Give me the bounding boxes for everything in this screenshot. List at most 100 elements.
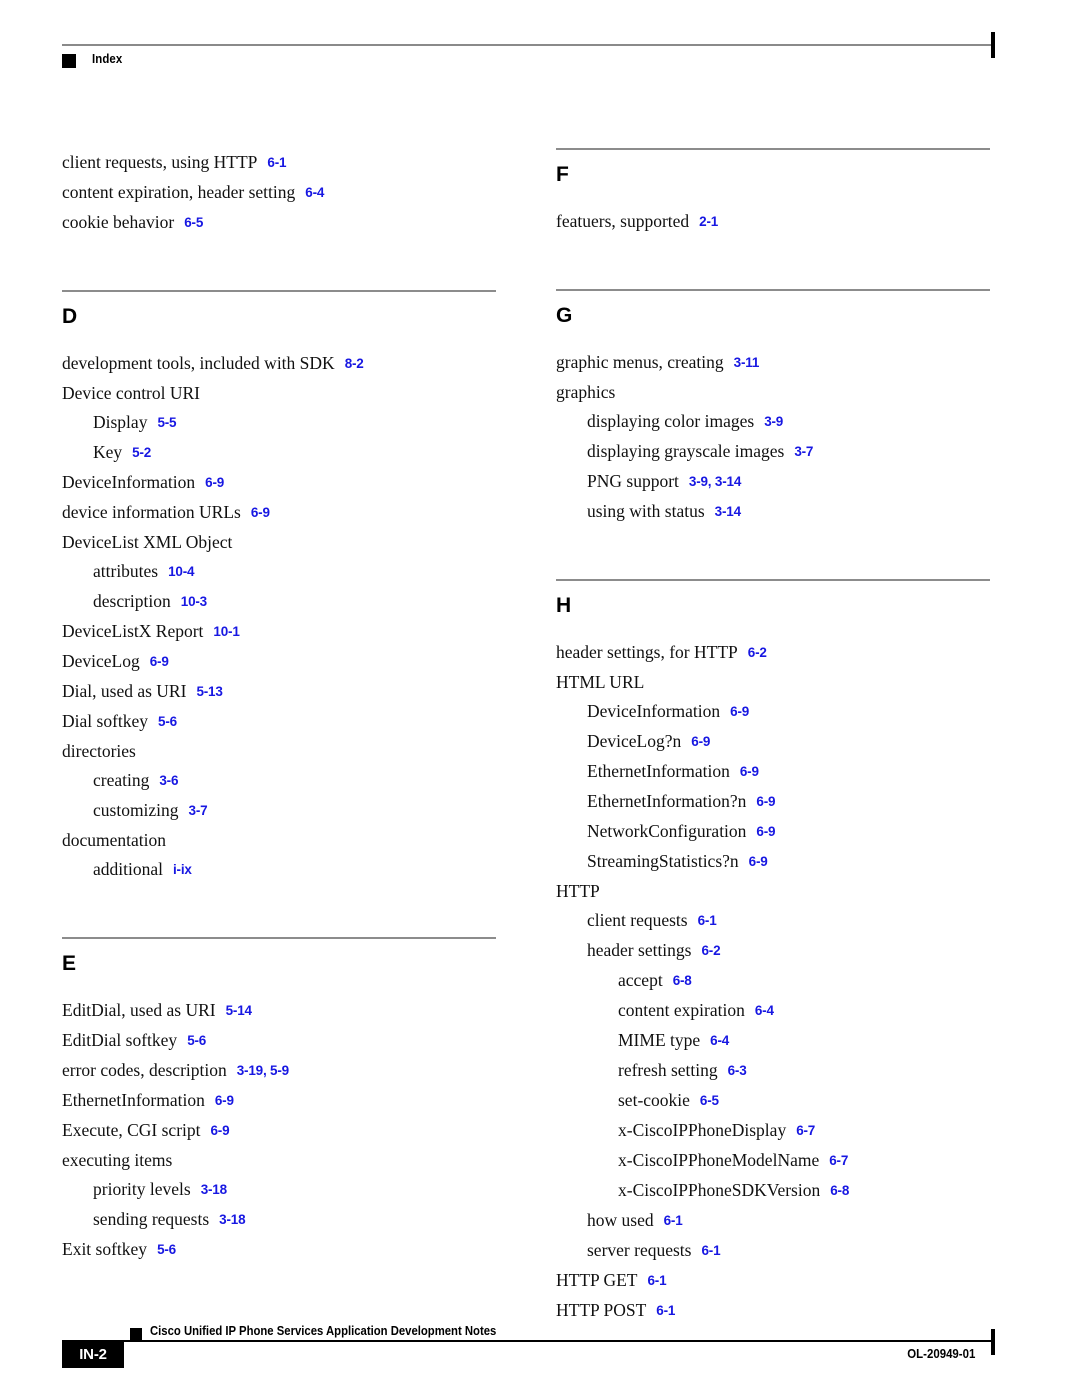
index-page-reference[interactable]: 6-1 xyxy=(648,1273,667,1288)
footer-rule-end-tick xyxy=(991,1329,995,1355)
index-page-reference[interactable]: 6-1 xyxy=(267,155,286,170)
index-page-reference[interactable]: 3-18 xyxy=(201,1182,227,1197)
index-page-reference[interactable]: 6-9 xyxy=(756,824,775,839)
index-entry: EthernetInformation?n 6-9 xyxy=(556,787,990,817)
index-entry: cookie behavior 6-5 xyxy=(62,208,496,238)
index-entry: x-CiscoIPPhoneSDKVersion 6-8 xyxy=(556,1176,990,1206)
index-entry-label: cookie behavior xyxy=(62,212,175,232)
index-page-reference[interactable]: 6-7 xyxy=(796,1123,815,1138)
index-entry-label: EditDial softkey xyxy=(62,1030,178,1050)
index-page-reference[interactable]: 6-4 xyxy=(710,1033,729,1048)
index-entry-label: sending requests xyxy=(93,1209,210,1229)
index-page-reference[interactable]: 6-1 xyxy=(701,1243,720,1258)
index-page-reference[interactable]: 6-1 xyxy=(656,1303,675,1318)
index-entry-label: HTTP GET xyxy=(556,1270,638,1290)
index-page-reference[interactable]: i-ix xyxy=(173,862,192,877)
index-page-reference[interactable]: 6-9 xyxy=(251,505,270,520)
index-page-reference[interactable]: 5-2 xyxy=(132,445,151,460)
index-page-reference[interactable]: 3-18 xyxy=(219,1212,245,1227)
index-page-reference[interactable]: 3-11 xyxy=(734,355,760,370)
index-page-reference[interactable]: 6-9 xyxy=(756,794,775,809)
index-entry: set-cookie 6-5 xyxy=(556,1086,990,1116)
index-page-reference[interactable]: 6-9 xyxy=(215,1093,234,1108)
index-entry: displaying color images 3-9 xyxy=(556,407,990,437)
index-page-reference[interactable]: 6-8 xyxy=(673,973,692,988)
index-entry: EthernetInformation 6-9 xyxy=(62,1086,496,1116)
index-page-reference[interactable]: 5-6 xyxy=(187,1033,206,1048)
index-page-reference[interactable]: 6-5 xyxy=(184,215,203,230)
footer-document-title: Cisco Unified IP Phone Services Applicat… xyxy=(150,1323,497,1338)
index-entry: Dial, used as URI 5-13 xyxy=(62,677,496,707)
index-page-reference[interactable]: 6-9 xyxy=(205,475,224,490)
index-page-reference[interactable]: 10-3 xyxy=(181,594,207,609)
index-entry: DeviceListX Report 10-1 xyxy=(62,617,496,647)
index-entry-label: EthernetInformation xyxy=(587,761,730,781)
index-page-reference[interactable]: 6-9 xyxy=(740,764,759,779)
index-entry-label: EthernetInformation xyxy=(62,1090,205,1110)
index-entry-label: Display xyxy=(93,412,148,432)
index-page-reference[interactable]: 6-5 xyxy=(700,1093,719,1108)
index-entry-label: graphics xyxy=(556,382,616,402)
index-entry: attributes 10-4 xyxy=(62,557,496,587)
index-entry: content expiration 6-4 xyxy=(556,996,990,1026)
index-page-reference[interactable]: 6-1 xyxy=(664,1213,683,1228)
index-entry: DeviceInformation 6-9 xyxy=(62,468,496,498)
index-entry: Key 5-2 xyxy=(62,438,496,468)
index-entry-label: DeviceListX Report xyxy=(62,621,204,641)
index-entry-label: server requests xyxy=(587,1240,692,1260)
index-page-reference[interactable]: 6-1 xyxy=(698,913,717,928)
index-page-reference[interactable]: 5-6 xyxy=(157,1242,176,1257)
index-page-reference[interactable]: 3-14 xyxy=(715,504,741,519)
index-page-reference[interactable]: 8-2 xyxy=(345,356,364,371)
index-page-reference[interactable]: 6-4 xyxy=(755,1003,774,1018)
index-page-reference[interactable]: 6-7 xyxy=(829,1153,848,1168)
index-page-reference[interactable]: 6-9 xyxy=(730,704,749,719)
index-page-reference[interactable]: 3-7 xyxy=(189,803,208,818)
index-page-reference[interactable]: 3-19, 5-9 xyxy=(237,1063,289,1078)
index-page-reference[interactable]: 10-4 xyxy=(168,564,194,579)
index-entry-label: refresh setting xyxy=(618,1060,718,1080)
index-page-reference[interactable]: 5-14 xyxy=(226,1003,252,1018)
index-entry-label: client requests, using HTTP xyxy=(62,152,258,172)
index-entry-label: documentation xyxy=(62,830,167,850)
index-entry-label: DeviceInformation xyxy=(62,472,196,492)
index-page-reference[interactable]: 6-4 xyxy=(305,185,324,200)
index-page-reference[interactable]: 6-2 xyxy=(701,943,720,958)
index-entry-label: Key xyxy=(93,442,123,462)
index-entry-label: development tools, included with SDK xyxy=(62,353,335,373)
index-page-reference[interactable]: 6-8 xyxy=(830,1183,849,1198)
index-page-reference[interactable]: 3-9 xyxy=(764,414,783,429)
footer-document-id: OL-20949-01 xyxy=(906,1346,975,1361)
index-page-reference[interactable]: 6-3 xyxy=(728,1063,747,1078)
index-page-reference[interactable]: 5-6 xyxy=(158,714,177,729)
index-page-reference[interactable]: 6-9 xyxy=(211,1123,230,1138)
index-entry-label: executing items xyxy=(62,1150,173,1170)
section-letter-heading: E xyxy=(62,952,77,975)
index-page-reference[interactable]: 3-7 xyxy=(794,444,813,459)
index-entry-label: Dial, used as URI xyxy=(62,681,187,701)
index-page-reference[interactable]: 2-1 xyxy=(699,214,718,229)
header-rule xyxy=(62,32,995,58)
index-entry: Display 5-5 xyxy=(62,408,496,438)
page-footer: IN-2 Cisco Unified IP Phone Services App… xyxy=(62,1318,995,1378)
index-page-reference[interactable]: 6-9 xyxy=(150,654,169,669)
page-header: Index xyxy=(62,32,995,80)
index-page-reference[interactable]: 3-6 xyxy=(159,773,178,788)
index-entry-label: featuers, supported xyxy=(556,211,690,231)
index-entry-label: header settings, for HTTP xyxy=(556,642,738,662)
index-page-reference[interactable]: 6-2 xyxy=(748,645,767,660)
index-entry-list: client requests, using HTTP 6-1 content ex… xyxy=(62,148,496,238)
index-page-reference[interactable]: 5-13 xyxy=(196,684,222,699)
section-divider-rule xyxy=(62,290,496,292)
index-entry-label: Execute, CGI script xyxy=(62,1120,201,1140)
index-entry-label: DeviceLog xyxy=(62,651,140,671)
index-page-reference[interactable]: 10-1 xyxy=(213,624,239,639)
index-page-reference[interactable]: 5-5 xyxy=(157,415,176,430)
index-page-reference[interactable]: 6-9 xyxy=(691,734,710,749)
index-page-reference[interactable]: 6-9 xyxy=(749,854,768,869)
index-entry-label: directories xyxy=(62,741,136,761)
index-entry-label: description xyxy=(93,591,171,611)
index-page-reference[interactable]: 3-9, 3-14 xyxy=(689,474,741,489)
